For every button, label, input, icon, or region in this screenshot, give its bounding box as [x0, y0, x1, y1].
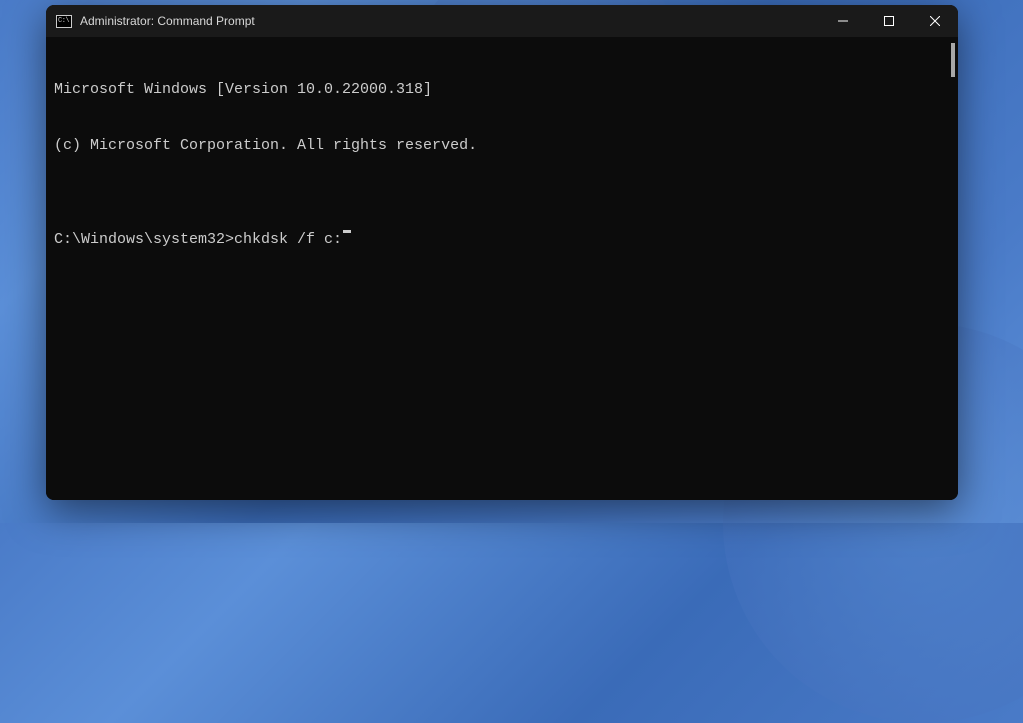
close-icon	[930, 16, 940, 26]
prompt-text: C:\Windows\system32>	[54, 231, 234, 250]
window-title: Administrator: Command Prompt	[80, 14, 255, 28]
minimize-icon	[838, 16, 848, 26]
maximize-icon	[884, 16, 894, 26]
version-line: Microsoft Windows [Version 10.0.22000.31…	[54, 81, 950, 100]
cursor	[343, 230, 351, 233]
typed-command: chkdsk /f c:	[234, 231, 342, 250]
window-controls	[820, 5, 958, 37]
titlebar[interactable]: C:\ Administrator: Command Prompt	[46, 5, 958, 37]
cmd-icon-text: C:\	[58, 18, 69, 25]
copyright-line: (c) Microsoft Corporation. All rights re…	[54, 137, 950, 156]
command-prompt-window: C:\ Administrator: Command Prompt Micros…	[46, 5, 958, 500]
minimize-button[interactable]	[820, 5, 866, 37]
scrollbar-thumb[interactable]	[951, 43, 955, 77]
terminal-content[interactable]: Microsoft Windows [Version 10.0.22000.31…	[46, 37, 958, 500]
maximize-button[interactable]	[866, 5, 912, 37]
cmd-icon: C:\	[56, 15, 72, 28]
close-button[interactable]	[912, 5, 958, 37]
command-line: C:\Windows\system32>chkdsk /f c:	[54, 231, 950, 250]
